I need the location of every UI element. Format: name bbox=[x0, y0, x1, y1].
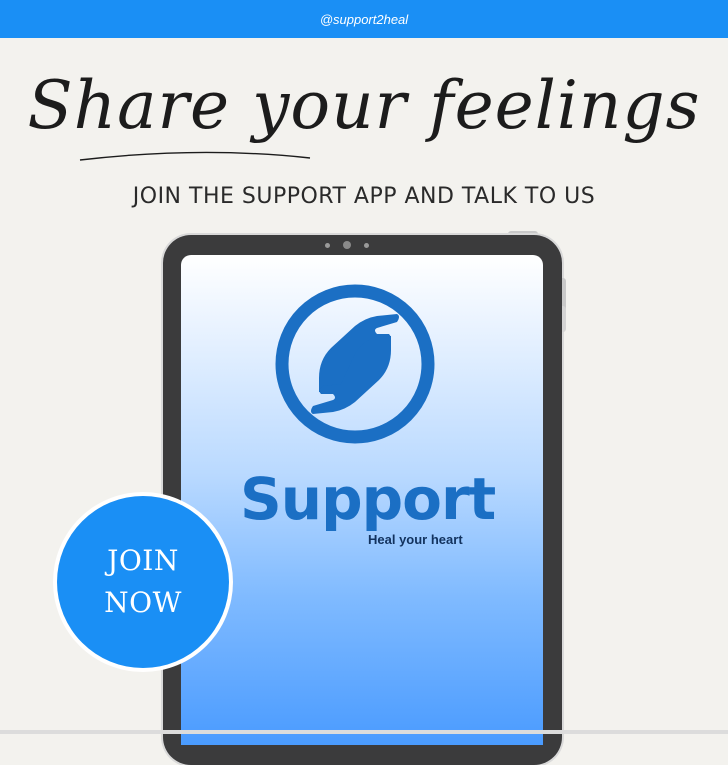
camera-lens bbox=[343, 241, 351, 249]
bottom-divider bbox=[0, 730, 728, 734]
tablet-side-button-lower bbox=[562, 306, 566, 332]
camera-sensor-dot bbox=[325, 242, 330, 248]
now-label: NOW bbox=[104, 586, 182, 619]
headline-script: Share your feelings bbox=[27, 67, 700, 161]
helping-hands-icon bbox=[275, 284, 435, 444]
top-banner: @support2heal bbox=[0, 0, 728, 38]
subtitle: JOIN THE SUPPORT APP AND TALK TO US bbox=[132, 184, 596, 209]
headline-text: Share your feelings bbox=[27, 67, 700, 144]
camera-sensor-dot bbox=[364, 242, 369, 248]
headline-flourish bbox=[79, 151, 311, 161]
app-tagline: Heal your heart bbox=[368, 532, 463, 547]
app-name: Support bbox=[240, 465, 496, 533]
social-handle[interactable]: @support2heal bbox=[320, 12, 408, 27]
join-label: JOIN bbox=[107, 544, 179, 577]
tablet-camera bbox=[325, 240, 369, 250]
join-now-button[interactable]: JOIN NOW bbox=[57, 496, 229, 668]
headline: Share your feelings bbox=[0, 48, 728, 168]
